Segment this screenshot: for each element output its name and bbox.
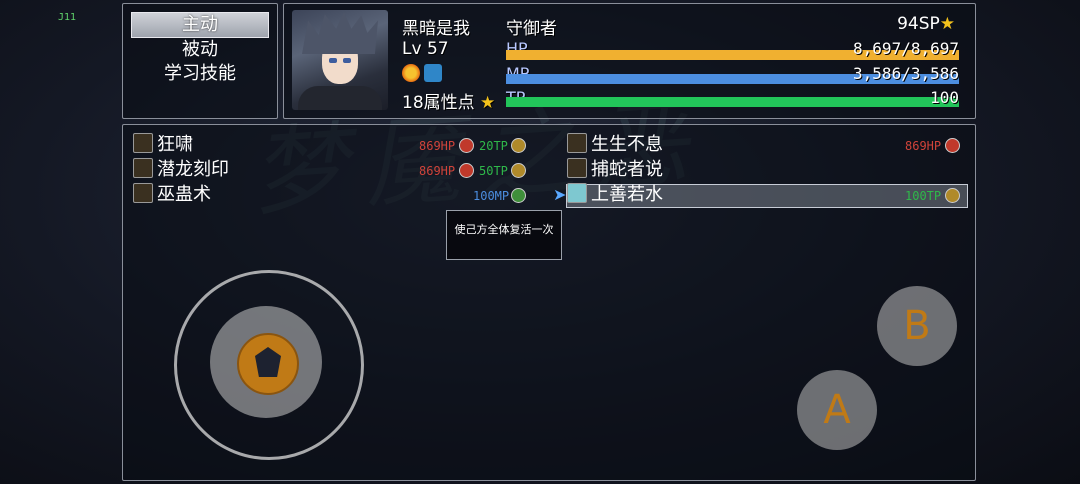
skill-cost-tp: 20TP	[479, 139, 508, 153]
character-name: 黑暗是我	[402, 19, 470, 39]
skill-cost-hp: 869HP	[905, 139, 942, 153]
skill-snake-icon	[567, 158, 587, 178]
buff-fire-icon	[402, 64, 420, 82]
tp-bar-fill	[506, 97, 959, 107]
emblem-icon	[255, 347, 281, 377]
command-item-learn[interactable]: 学习技能	[131, 62, 269, 86]
hp-value: 8,697/8,697	[853, 39, 959, 58]
skill-item-kuangxiao[interactable]: 狂啸	[133, 133, 193, 157]
star-icon: ★	[480, 93, 496, 113]
mp-value: 3,586/3,586	[853, 64, 959, 83]
hp-gem-icon	[459, 163, 474, 178]
command-menu: 主动 被动 学习技能	[122, 3, 278, 119]
sp-display: 94SP★	[897, 14, 955, 34]
character-portrait	[292, 10, 388, 110]
corner-label: J11	[58, 12, 77, 23]
tp-gem-icon	[511, 163, 526, 178]
level-value: 57	[426, 39, 449, 59]
attribute-points: 18属性点 ★	[402, 93, 496, 113]
b-button[interactable]: B	[877, 286, 957, 366]
skill-cost-tp: 50TP	[479, 164, 508, 178]
skill-cost-hp: 869HP	[419, 164, 456, 178]
skill-item-shangshan[interactable]: 上善若水	[567, 183, 663, 207]
tp-gem-icon	[945, 188, 960, 203]
command-item-active[interactable]: 主动	[131, 12, 269, 38]
a-button[interactable]: A	[797, 370, 877, 450]
tp-bar	[506, 97, 959, 107]
joystick-knob[interactable]	[237, 333, 299, 395]
skill-description-tooltip: 使己方全体复活一次	[446, 210, 562, 260]
skill-water-icon	[567, 183, 587, 203]
skill-item-wugu[interactable]: 巫蛊术	[133, 183, 211, 207]
tp-value: 100	[930, 88, 959, 107]
tp-gem-icon	[511, 138, 526, 153]
skill-item-shengsheng[interactable]: 生生不息	[567, 133, 663, 157]
skill-dragon-icon	[133, 158, 153, 178]
skill-cost-hp: 869HP	[419, 139, 456, 153]
skill-claw-icon	[133, 183, 153, 203]
character-class: 守御者	[506, 19, 557, 39]
command-item-passive[interactable]: 被动	[131, 38, 269, 62]
status-panel: 黑暗是我 Lv 57 18属性点 ★ 守御者 94SP★ HP 8,697/8,…	[283, 3, 976, 119]
mp-gem-icon	[511, 188, 526, 203]
cursor-arrow-icon: ➤	[553, 185, 567, 204]
sp-star-icon: ★	[939, 14, 955, 34]
level-label: Lv	[402, 39, 422, 59]
skill-cost-tp: 100TP	[905, 189, 942, 203]
buff-anchor-icon	[424, 64, 442, 82]
hp-gem-icon	[945, 138, 960, 153]
level-display: Lv 57	[402, 39, 449, 59]
skill-gold-icon	[567, 133, 587, 153]
skill-item-bushe[interactable]: 捕蛇者说	[567, 158, 663, 182]
hp-gem-icon	[459, 138, 474, 153]
skill-cost-mp: 100MP	[473, 189, 510, 203]
skill-roar-icon	[133, 133, 153, 153]
skill-item-qianlong[interactable]: 潜龙刻印	[133, 158, 229, 182]
